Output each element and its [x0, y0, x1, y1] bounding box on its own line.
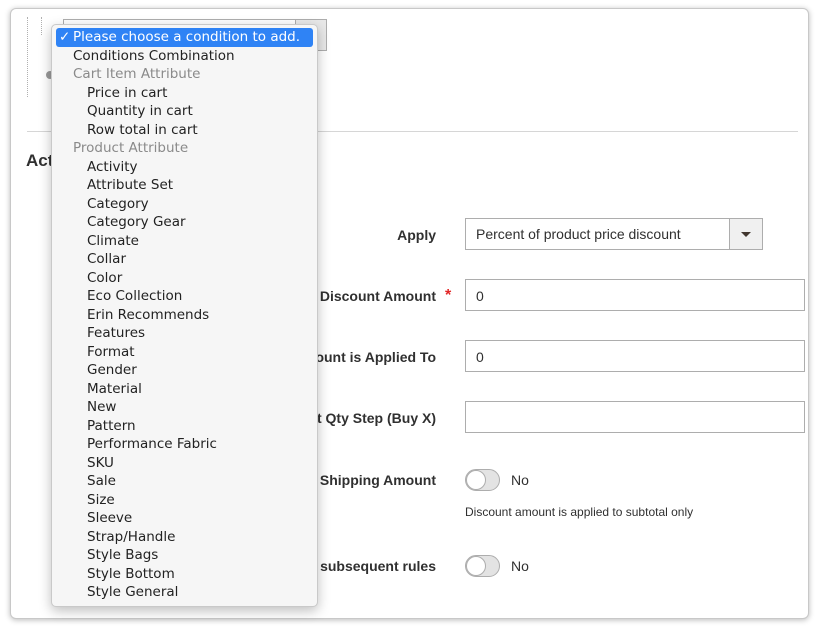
selected-option-label: Please choose a condition to add. [73, 29, 301, 45]
dropdown-option[interactable]: Pattern [52, 417, 317, 436]
dropdown-option[interactable]: Gender [52, 361, 317, 380]
apply-shipping-toggle-text: No [511, 472, 529, 488]
dropdown-option[interactable]: Style General [52, 583, 317, 602]
checkmark-icon: ✓ [59, 29, 71, 45]
qty-step-input[interactable] [465, 401, 805, 433]
dropdown-option[interactable]: Performance Fabric [52, 435, 317, 454]
dropdown-option[interactable]: Price in cart [52, 84, 317, 103]
discount-amount-value: 0 [476, 288, 484, 304]
apply-select[interactable]: Percent of product price discount [465, 218, 763, 250]
discard-rules-toggle-text: No [511, 558, 529, 574]
dropdown-optgroup-label: Cart Item Attribute [73, 66, 201, 82]
max-qty-label: count is Applied To [307, 349, 436, 365]
apply-shipping-toggle[interactable] [465, 469, 500, 491]
dropdown-option-selected[interactable]: ✓ Please choose a condition to add. [56, 28, 313, 47]
discount-amount-label: Discount Amount [319, 288, 436, 304]
toggle-knob [466, 470, 486, 490]
dropdown-option[interactable]: Color [52, 269, 317, 288]
condition-dropdown-list[interactable]: ✓ Please choose a condition to add. Condi… [51, 24, 318, 607]
discard-rules-toggle[interactable] [465, 555, 500, 577]
dropdown-option[interactable]: Size [52, 491, 317, 510]
dropdown-option[interactable]: Format [52, 343, 317, 362]
dropdown-option[interactable]: Quantity in cart [52, 102, 317, 121]
dropdown-options: Conditions Combination Cart Item Attribut… [52, 47, 317, 602]
dropdown-option[interactable]: Style Bottom [52, 565, 317, 584]
caret-down-icon [741, 232, 751, 237]
apply-label: Apply [397, 227, 436, 243]
dropdown-option[interactable]: Row total in cart [52, 121, 317, 140]
dropdown-optgroup-label: Product Attribute [73, 140, 189, 156]
condition-tree-line [41, 17, 42, 35]
dropdown-option[interactable]: Material [52, 380, 317, 399]
dropdown-option[interactable]: Conditions Combination [52, 47, 317, 66]
required-mark: * [445, 287, 452, 304]
dropdown-option[interactable]: SKU [52, 454, 317, 473]
dropdown-option[interactable]: Sleeve [52, 509, 317, 528]
dropdown-option[interactable]: Category Gear [52, 213, 317, 232]
apply-select-value: Percent of product price discount [476, 226, 681, 242]
condition-tree-line [27, 17, 28, 97]
toggle-knob [466, 556, 486, 576]
dropdown-option[interactable]: Eco Collection [52, 287, 317, 306]
dropdown-option[interactable]: Strap/Handle [52, 528, 317, 547]
dropdown-option[interactable]: Style Bags [52, 546, 317, 565]
dropdown-option[interactable]: Sale [52, 472, 317, 491]
dropdown-option[interactable]: Erin Recommends [52, 306, 317, 325]
apply-select-button[interactable] [729, 219, 762, 249]
actions-section-title[interactable]: Act [26, 151, 53, 171]
dropdown-option[interactable]: Attribute Set [52, 176, 317, 195]
dropdown-option[interactable]: New [52, 398, 317, 417]
max-qty-value: 0 [476, 349, 484, 365]
dropdown-option[interactable]: Activity [52, 158, 317, 177]
max-qty-input[interactable]: 0 [465, 340, 805, 372]
dropdown-option[interactable]: Climate [52, 232, 317, 251]
dropdown-option[interactable]: Collar [52, 250, 317, 269]
dropdown-option[interactable]: Category [52, 195, 317, 214]
apply-shipping-note: Discount amount is applied to subtotal o… [465, 505, 694, 519]
discount-amount-input[interactable]: 0 [465, 279, 805, 311]
dropdown-option[interactable]: Features [52, 324, 317, 343]
